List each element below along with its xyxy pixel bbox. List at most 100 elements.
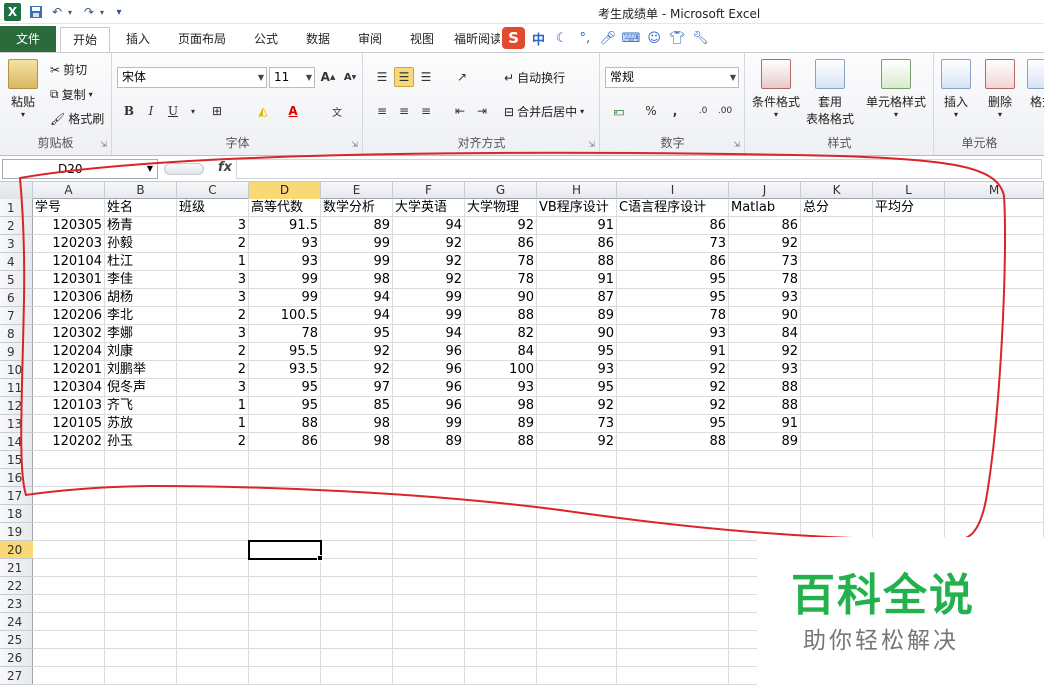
- cell[interactable]: [393, 469, 465, 487]
- cell[interactable]: [945, 379, 1044, 397]
- conditional-format-button[interactable]: 条件格式 ▾: [752, 59, 800, 119]
- cell[interactable]: [249, 667, 321, 685]
- formula-bar-splitter[interactable]: [164, 163, 204, 175]
- cell[interactable]: [177, 631, 249, 649]
- row-header-7[interactable]: 7: [0, 307, 33, 325]
- table-cell[interactable]: 88: [537, 253, 617, 271]
- cell[interactable]: [105, 595, 177, 613]
- comma-style-icon[interactable]: ,: [665, 101, 685, 121]
- format-cells-button[interactable]: 格式: [1027, 59, 1044, 110]
- cell[interactable]: [873, 505, 945, 523]
- cell[interactable]: [873, 289, 945, 307]
- cell[interactable]: [177, 469, 249, 487]
- table-cell[interactable]: 95: [617, 289, 729, 307]
- cell[interactable]: [945, 505, 1044, 523]
- cell[interactable]: [33, 649, 105, 667]
- table-cell[interactable]: 99: [393, 307, 465, 325]
- cell[interactable]: [393, 577, 465, 595]
- cell[interactable]: [177, 649, 249, 667]
- cell[interactable]: [249, 649, 321, 667]
- cell[interactable]: [321, 631, 393, 649]
- cell[interactable]: [465, 577, 537, 595]
- table-cell[interactable]: 齐飞: [105, 397, 177, 415]
- cell[interactable]: [33, 613, 105, 631]
- cell[interactable]: [33, 667, 105, 685]
- microphone-icon[interactable]: 🎤︎: [598, 31, 617, 46]
- cell[interactable]: [105, 541, 177, 559]
- ime-mode-indicator[interactable]: 中: [529, 29, 548, 48]
- cell[interactable]: [393, 649, 465, 667]
- tab-page-layout[interactable]: 页面布局: [170, 27, 234, 52]
- cell[interactable]: [537, 595, 617, 613]
- header-cell[interactable]: 大学物理: [465, 199, 537, 217]
- active-cell[interactable]: [248, 540, 322, 560]
- cell[interactable]: [945, 307, 1044, 325]
- cell[interactable]: [33, 523, 105, 541]
- row-header-6[interactable]: 6: [0, 289, 33, 307]
- cell[interactable]: [105, 487, 177, 505]
- cell[interactable]: [393, 451, 465, 469]
- table-cell[interactable]: 94: [321, 289, 393, 307]
- cell[interactable]: [393, 631, 465, 649]
- cell[interactable]: [945, 469, 1044, 487]
- cell[interactable]: [617, 559, 729, 577]
- table-cell[interactable]: 78: [249, 325, 321, 343]
- table-cell[interactable]: 李娜: [105, 325, 177, 343]
- cell[interactable]: [873, 379, 945, 397]
- table-cell[interactable]: 84: [465, 343, 537, 361]
- cell[interactable]: [249, 631, 321, 649]
- cell[interactable]: [321, 451, 393, 469]
- insert-function-icon[interactable]: fx: [218, 160, 232, 175]
- table-cell[interactable]: 3: [177, 325, 249, 343]
- table-cell[interactable]: 2: [177, 343, 249, 361]
- cell[interactable]: [321, 505, 393, 523]
- undo-dropdown-icon[interactable]: ▾: [66, 3, 74, 21]
- moon-icon[interactable]: ☾: [552, 31, 571, 46]
- table-cell[interactable]: 86: [729, 217, 801, 235]
- table-cell[interactable]: 88: [729, 379, 801, 397]
- cell[interactable]: [945, 235, 1044, 253]
- phonetic-icon[interactable]: 文: [327, 101, 347, 121]
- table-cell[interactable]: 91: [537, 217, 617, 235]
- cut-button[interactable]: ✂ 剪切: [50, 61, 87, 78]
- cell[interactable]: [617, 487, 729, 505]
- row-header-16[interactable]: 16: [0, 469, 33, 487]
- table-cell[interactable]: 92: [465, 217, 537, 235]
- table-cell[interactable]: 96: [393, 343, 465, 361]
- table-cell[interactable]: 99: [393, 289, 465, 307]
- cell[interactable]: [537, 451, 617, 469]
- alignment-launcher-icon[interactable]: ⇲: [588, 140, 595, 149]
- cell[interactable]: [617, 523, 729, 541]
- cell[interactable]: [945, 451, 1044, 469]
- tab-review[interactable]: 审阅: [350, 27, 390, 52]
- cell[interactable]: [321, 523, 393, 541]
- cell[interactable]: [105, 631, 177, 649]
- cell[interactable]: [617, 577, 729, 595]
- number-launcher-icon[interactable]: ⇲: [733, 140, 740, 149]
- paste-button[interactable]: 粘贴 ▾: [8, 59, 38, 119]
- cell[interactable]: [873, 397, 945, 415]
- table-cell[interactable]: 120104: [33, 253, 105, 271]
- row-header-26[interactable]: 26: [0, 649, 33, 667]
- cell[interactable]: [105, 667, 177, 685]
- table-cell[interactable]: 94: [393, 325, 465, 343]
- punctuation-icon[interactable]: °,: [575, 31, 594, 46]
- table-cell[interactable]: 89: [393, 433, 465, 451]
- table-cell[interactable]: 92: [321, 343, 393, 361]
- table-cell[interactable]: 3: [177, 271, 249, 289]
- table-cell[interactable]: 87: [537, 289, 617, 307]
- cell[interactable]: [105, 505, 177, 523]
- table-cell[interactable]: 93.5: [249, 361, 321, 379]
- align-left-icon[interactable]: ≡: [372, 101, 392, 121]
- table-cell[interactable]: 100.5: [249, 307, 321, 325]
- table-cell[interactable]: 99: [321, 235, 393, 253]
- table-cell[interactable]: 97: [321, 379, 393, 397]
- cell[interactable]: [105, 613, 177, 631]
- fill-handle[interactable]: [317, 555, 323, 561]
- cell[interactable]: [465, 451, 537, 469]
- undo-icon[interactable]: ↶: [50, 3, 64, 21]
- cell[interactable]: [465, 613, 537, 631]
- header-cell[interactable]: 数学分析: [321, 199, 393, 217]
- font-launcher-icon[interactable]: ⇲: [351, 140, 358, 149]
- table-cell[interactable]: 92: [393, 271, 465, 289]
